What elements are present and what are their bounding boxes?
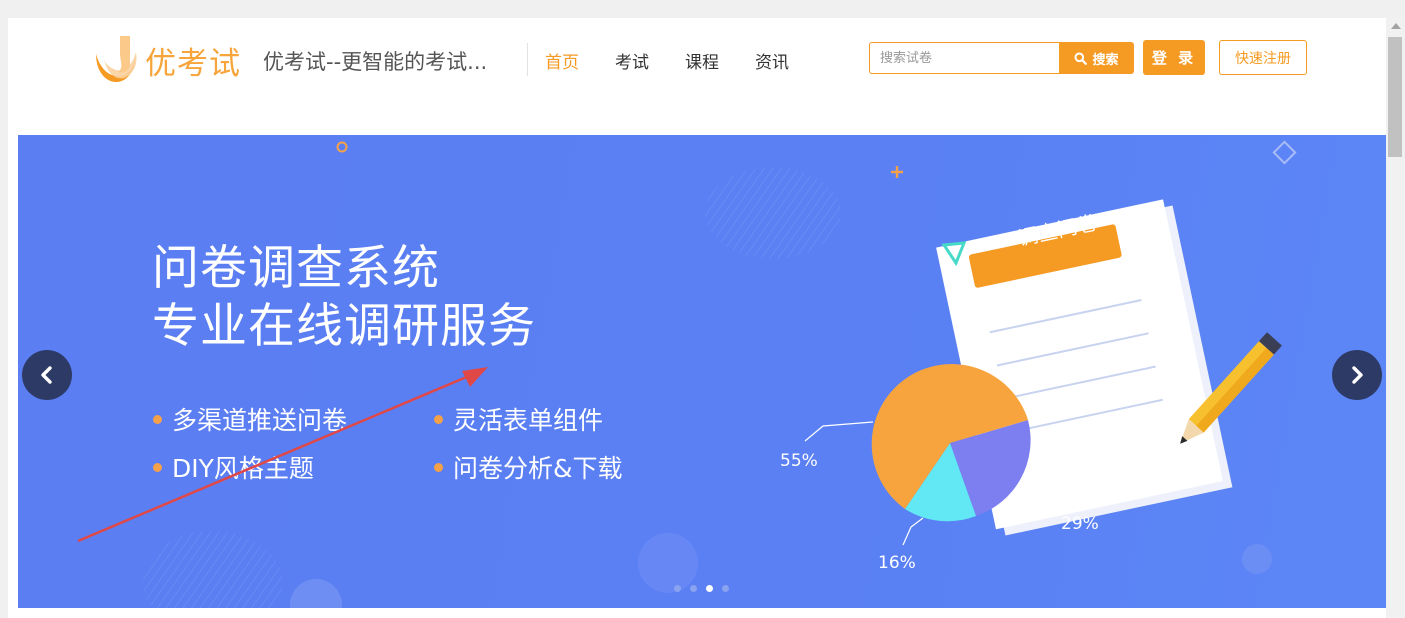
search-input[interactable] xyxy=(869,42,1059,74)
headline-line2: 专业在线调研服务 xyxy=(152,299,536,354)
survey-tag: 调查问卷 xyxy=(1015,210,1100,251)
brand-name[interactable]: 优考试 xyxy=(145,38,241,83)
pie-label-16: 16% xyxy=(878,553,916,573)
site-title: 优考试--更智能的考试... xyxy=(263,50,488,74)
search-button-label: 搜索 xyxy=(1092,52,1119,68)
carousel-indicators xyxy=(674,585,729,592)
register-button[interactable]: 快速注册 xyxy=(1219,40,1307,75)
carousel-next-button[interactable] xyxy=(1332,350,1382,400)
feature-item: 灵活表单组件 xyxy=(434,401,603,437)
pie-label-29: 29% xyxy=(1061,514,1099,534)
vertical-scrollbar[interactable] xyxy=(1386,18,1405,618)
carousel-dot[interactable] xyxy=(674,585,681,592)
scroll-thumb[interactable] xyxy=(1388,37,1402,157)
feature-label: 灵活表单组件 xyxy=(453,406,604,435)
chevron-right-icon xyxy=(1352,366,1363,384)
bullet-dot xyxy=(434,462,443,472)
carousel-dot[interactable] xyxy=(690,585,697,592)
feature-label: 多渠道推送问卷 xyxy=(172,406,348,435)
hero-banner[interactable]: 调查问卷 问卷调查系统 专业在线调研服务 多渠道推送问卷 灵活表单组件 DIY风… xyxy=(18,135,1386,608)
bullet-dot xyxy=(434,414,443,424)
carousel-dot[interactable] xyxy=(706,585,713,592)
nav-item-home[interactable]: 首页 xyxy=(545,48,579,73)
carousel-prev-button[interactable] xyxy=(22,350,72,400)
header-divider xyxy=(527,43,528,76)
search-icon xyxy=(1074,52,1088,65)
scroll-up-icon[interactable] xyxy=(1391,23,1401,29)
bullet-dot xyxy=(153,414,162,424)
feature-item: DIY风格主题 xyxy=(153,449,314,485)
brand-logo-icon[interactable] xyxy=(90,30,138,88)
bullet-dot xyxy=(153,462,162,472)
feature-item: 问卷分析&下载 xyxy=(434,449,623,485)
feature-item: 多渠道推送问卷 xyxy=(153,401,347,437)
banner-illustration xyxy=(143,140,1297,608)
login-button[interactable]: 登 录 xyxy=(1143,40,1205,75)
nav-item-news[interactable]: 资讯 xyxy=(755,48,789,73)
chevron-left-icon xyxy=(41,366,52,384)
nav-item-course[interactable]: 课程 xyxy=(685,48,719,73)
nav-item-exam[interactable]: 考试 xyxy=(615,48,649,73)
pie-label-55: 55% xyxy=(780,451,818,471)
carousel-dot[interactable] xyxy=(722,585,729,592)
feature-label: DIY风格主题 xyxy=(172,454,314,483)
annotation-arrow xyxy=(77,367,488,543)
feature-label: 问卷分析&下载 xyxy=(453,454,623,483)
search-button[interactable]: 搜索 xyxy=(1059,42,1134,74)
